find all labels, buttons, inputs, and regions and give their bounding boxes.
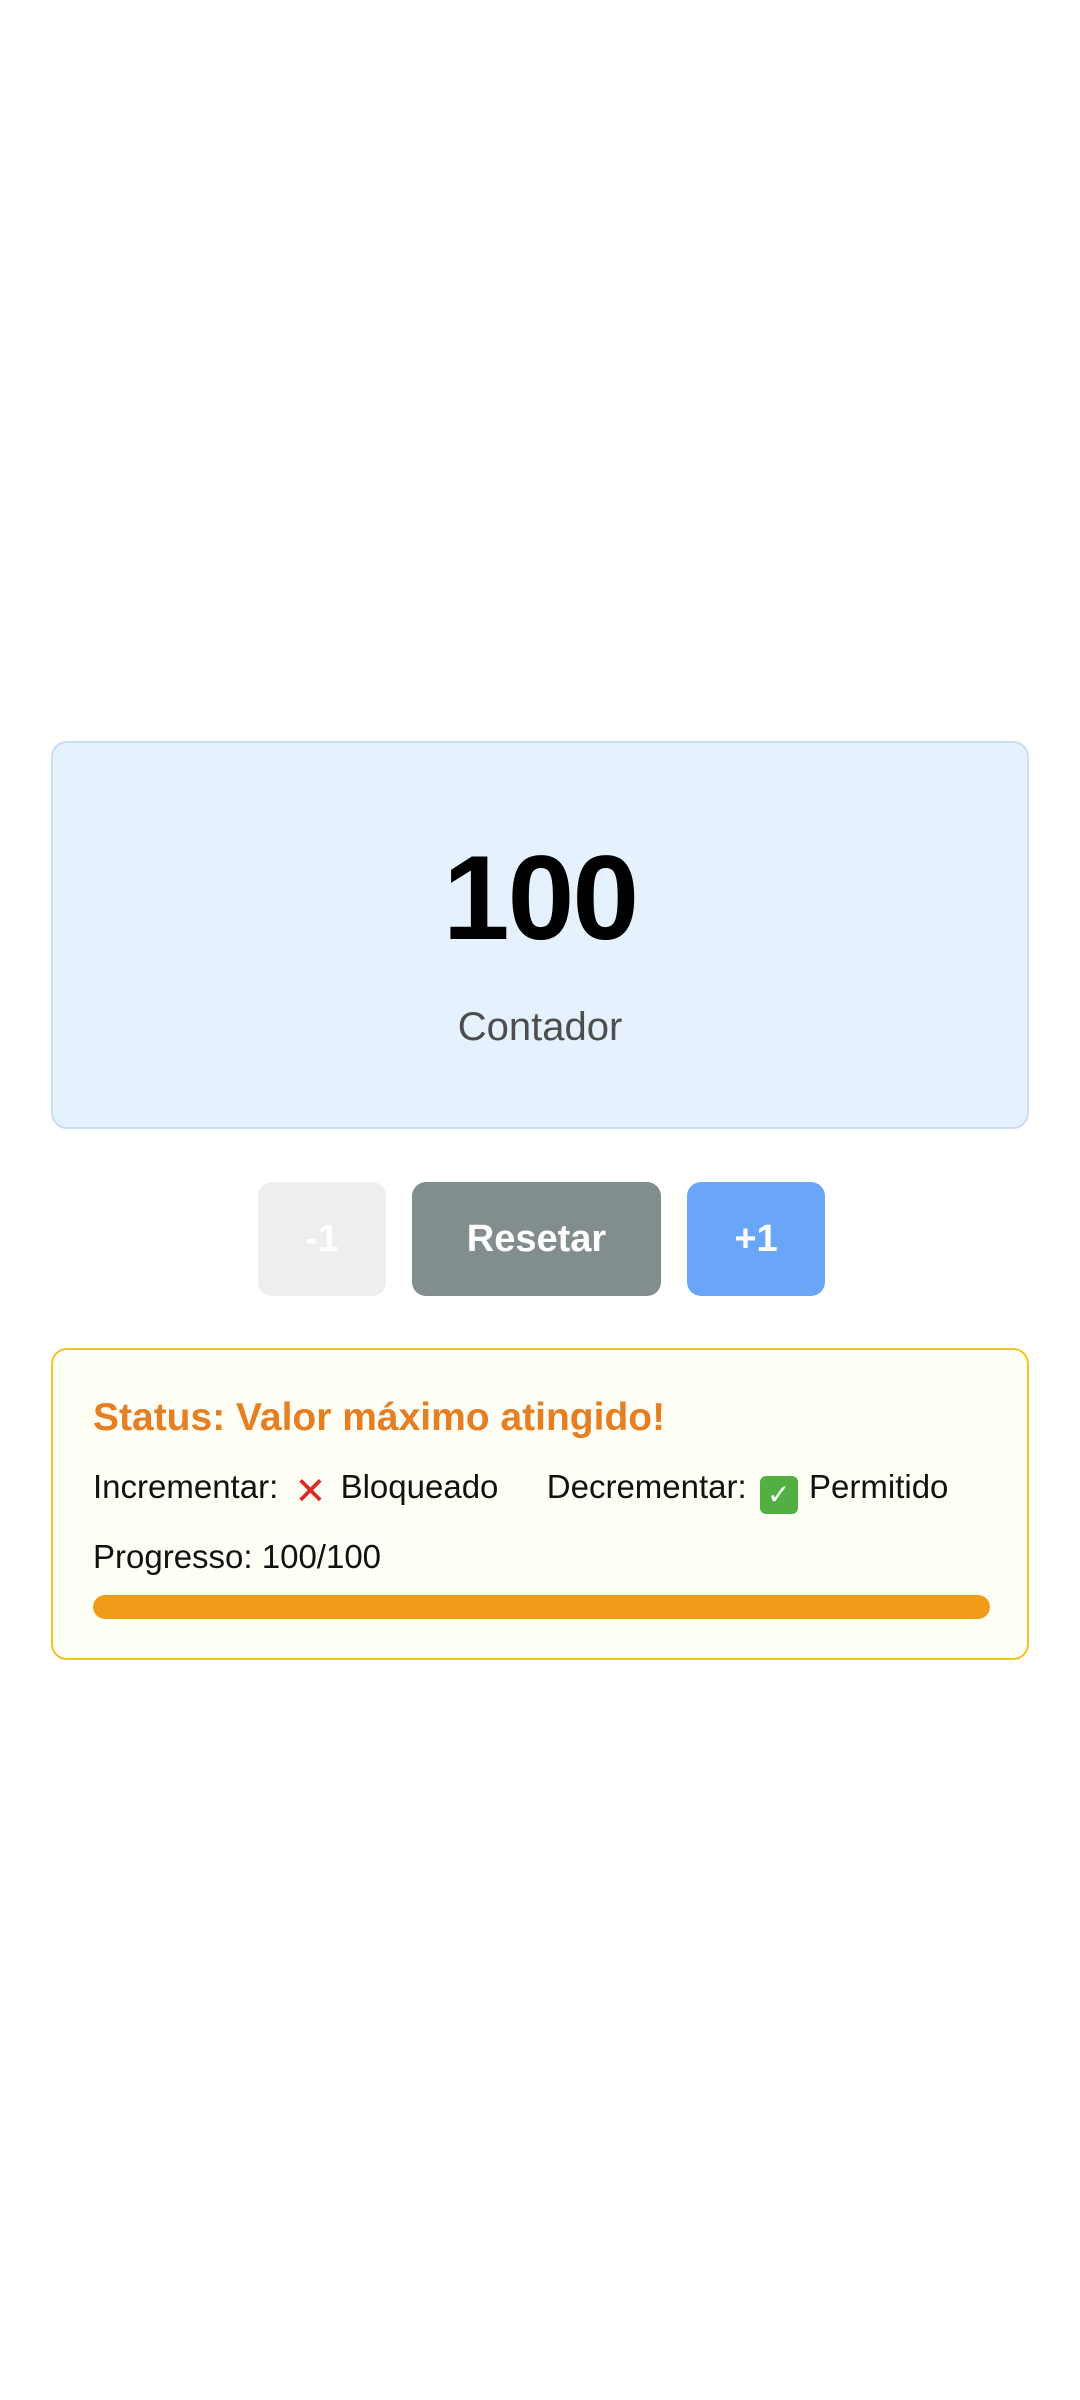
progress-text: Progresso: 100/100 [93, 1538, 382, 1575]
counter-label: Contador [457, 1005, 623, 1049]
status-card: Status: Valor máximo atingido! Increment… [51, 1348, 1029, 1660]
counter-value: 100 [442, 831, 639, 965]
progress-bar [93, 1595, 990, 1619]
increment-permission-label: Incrementar: [93, 1468, 279, 1505]
check-mark-icon: ✓ [759, 1476, 798, 1514]
reset-button[interactable]: Resetar [412, 1182, 661, 1296]
decrement-button[interactable]: -1 [258, 1182, 386, 1296]
decrement-permission-state: Permitido [809, 1468, 949, 1505]
cross-mark-icon: ✕ [294, 1469, 327, 1513]
increment-permission-state: Bloqueado [340, 1468, 499, 1505]
counter-card: 100 Contador [51, 741, 1029, 1129]
status-title: Status: Valor máximo atingido! [93, 1396, 666, 1439]
permissions-row: Incrementar: ✕ Bloqueado Decrementar: ✓ … [93, 1470, 948, 1514]
decrement-permission-label: Decrementar: [546, 1468, 747, 1505]
progress-bar-fill [93, 1595, 990, 1619]
increment-button[interactable]: +1 [687, 1182, 825, 1296]
